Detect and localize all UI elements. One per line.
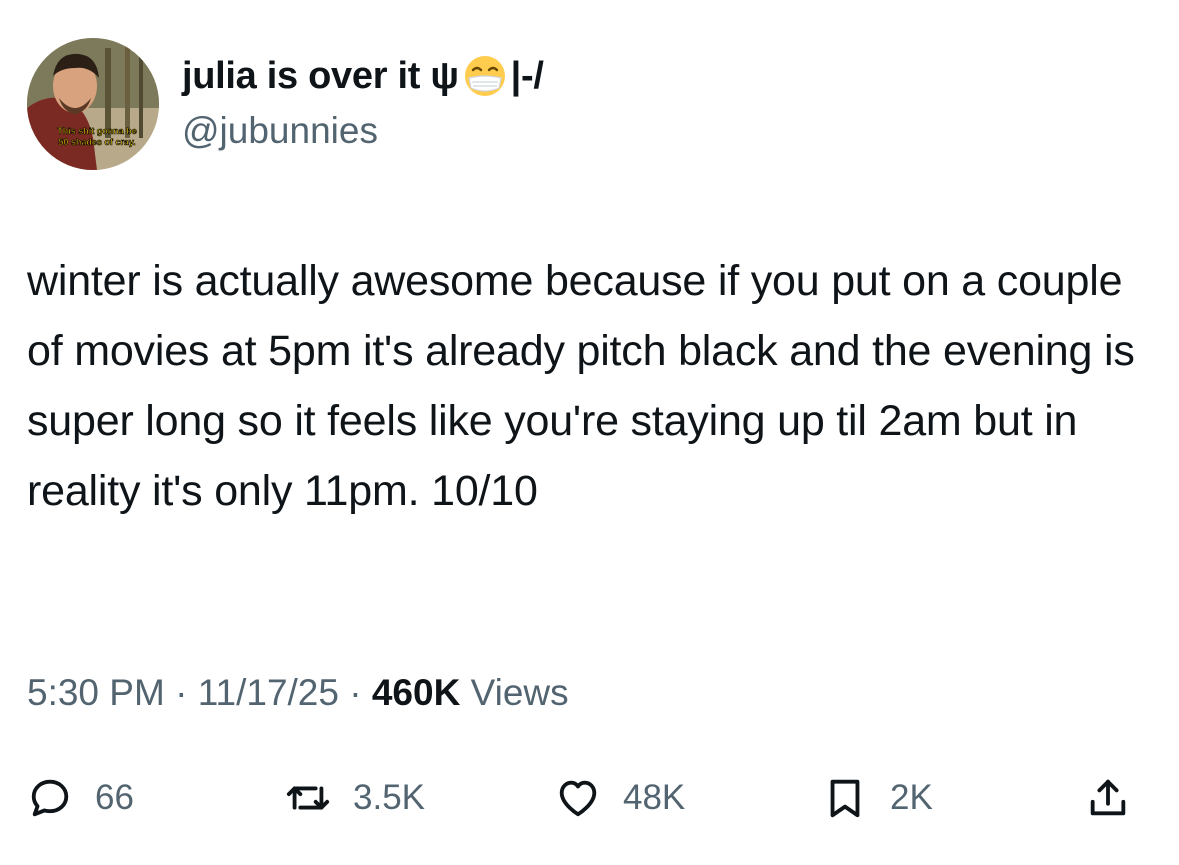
repost-icon bbox=[286, 786, 330, 810]
avatar[interactable]: This shit gonna be 50 shades of cray. bbox=[27, 38, 159, 170]
views-label: Views bbox=[470, 672, 569, 713]
meta-separator: · bbox=[175, 672, 188, 713]
avatar-image: This shit gonna be 50 shades of cray. bbox=[27, 38, 159, 170]
share-icon bbox=[1090, 779, 1126, 816]
like-count: 48K bbox=[623, 778, 686, 817]
reply-icon bbox=[31, 779, 69, 817]
repost-count: 3.5K bbox=[353, 778, 425, 817]
repost-button[interactable]: 3.5K bbox=[285, 760, 425, 836]
tweet-time[interactable]: 5:30 PM bbox=[27, 672, 165, 713]
share-button[interactable] bbox=[1085, 760, 1131, 836]
avatar-caption-line2: 50 shades of cray. bbox=[58, 137, 135, 147]
reply-count: 66 bbox=[95, 778, 134, 817]
like-button[interactable]: 48K bbox=[555, 760, 685, 836]
author-name-row[interactable]: julia is over it ψ |-/ bbox=[182, 54, 544, 98]
tweet-meta: 5:30 PM · 11/17/25 · 460K Views bbox=[27, 672, 569, 714]
tweet-date[interactable]: 11/17/25 bbox=[198, 672, 339, 713]
bookmark-icon bbox=[830, 779, 860, 818]
views-count: 460K bbox=[371, 672, 461, 713]
author-name-suffix: |-/ bbox=[510, 54, 544, 97]
meta-separator: · bbox=[349, 672, 362, 713]
heart-icon bbox=[559, 780, 597, 817]
bookmark-count: 2K bbox=[890, 778, 933, 817]
tweet-text: winter is actually awesome because if yo… bbox=[27, 257, 1135, 515]
face-with-medical-mask-icon bbox=[464, 56, 505, 96]
author-display-name[interactable]: julia is over it ψ bbox=[182, 55, 459, 98]
reply-button[interactable]: 66 bbox=[27, 760, 134, 836]
avatar-caption-line1: This shit gonna be bbox=[57, 126, 137, 136]
action-bar: 66 3.5K 48K 2K bbox=[0, 760, 1179, 836]
author-handle[interactable]: @jubunnies bbox=[182, 110, 378, 152]
bookmark-button[interactable]: 2K bbox=[822, 760, 933, 836]
